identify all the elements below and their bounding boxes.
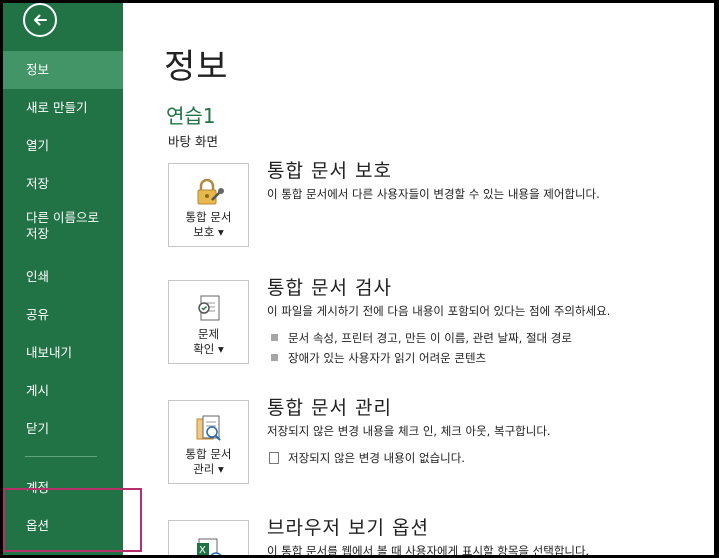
inspect-bullet-accessibility: 장애가 있는 사용자가 읽기 어려운 콘텐츠 xyxy=(271,350,486,366)
manage-workbook-icon xyxy=(196,415,221,441)
check-issues-line2: 확인 ▾ xyxy=(193,342,224,356)
sidebar-item-share[interactable]: 공유 xyxy=(3,296,123,334)
sidebar-item-save[interactable]: 저장 xyxy=(3,165,123,203)
sidebar-item-save-as[interactable]: 다른 이름으로 저장 xyxy=(3,207,123,249)
manage-label-line2: 관리 ▾ xyxy=(193,462,224,476)
options-highlight-box xyxy=(3,488,142,552)
inspect-bullet-text: 문서 속성, 프린터 경고, 만든 이 이름, 관련 날짜, 절대 경로 xyxy=(288,331,572,345)
document-icon xyxy=(269,451,279,464)
protect-workbook-title: 통합 문서 보호 xyxy=(267,160,392,182)
manage-bullet-no-changes: 저장되지 않은 변경 내용이 없습니다. xyxy=(269,450,465,466)
info-panel: 정보 연습1 바탕 화면 통합 문서 보호 ▾ 통합 문서 보호 이 통합 문서… xyxy=(123,3,714,555)
browser-view-title: 브라우저 보기 옵션 xyxy=(267,517,429,539)
inspect-workbook-title: 통합 문서 검사 xyxy=(267,277,392,299)
manage-workbook-label: 통합 문서 관리 ▾ xyxy=(169,447,248,477)
bullet-square-icon xyxy=(271,334,278,341)
inspect-bullet-properties: 문서 속성, 프린터 경고, 만든 이 이름, 관련 날짜, 절대 경로 xyxy=(271,330,572,346)
protect-label-line1: 통합 문서 xyxy=(185,210,232,224)
sidebar-divider xyxy=(25,456,97,457)
back-button[interactable] xyxy=(23,3,57,37)
manage-bullet-text: 저장되지 않은 변경 내용이 없습니다. xyxy=(288,451,465,465)
sidebar-item-info[interactable]: 정보 xyxy=(3,51,123,89)
manage-workbook-title: 통합 문서 관리 xyxy=(267,397,392,419)
svg-text:X: X xyxy=(199,545,206,555)
check-issues-button[interactable]: 문제 확인 ▾ xyxy=(168,280,249,364)
protect-workbook-label: 통합 문서 보호 ▾ xyxy=(169,210,248,240)
sidebar-item-print[interactable]: 인쇄 xyxy=(3,258,123,296)
file-location: 바탕 화면 xyxy=(168,134,218,149)
protect-label-line2: 보호 ▾ xyxy=(193,225,224,239)
inspect-workbook-description: 이 파일을 게시하기 전에 다음 내용이 포함되어 있다는 점에 주의하세요. xyxy=(267,304,611,318)
sidebar-item-publish[interactable]: 게시 xyxy=(3,372,123,410)
sidebar-item-close[interactable]: 닫기 xyxy=(3,410,123,448)
sidebar-item-new[interactable]: 새로 만들기 xyxy=(3,89,123,127)
backstage-window: 정보 새로 만들기 열기 저장 다른 이름으로 저장 인쇄 공유 내보내기 게시… xyxy=(3,3,714,555)
browser-view-description: 이 통합 문서를 웹에서 볼 때 사용자에게 표시할 항목을 선택합니다. xyxy=(267,544,590,555)
sidebar-item-export[interactable]: 내보내기 xyxy=(3,334,123,372)
protect-workbook-button[interactable]: 통합 문서 보호 ▾ xyxy=(168,163,249,247)
bullet-square-icon xyxy=(271,354,278,361)
lock-key-icon xyxy=(197,178,224,205)
manage-workbook-description: 저장되지 않은 변경 내용을 체크 인, 체크 아웃, 복구합니다. xyxy=(267,424,551,438)
back-arrow-icon xyxy=(34,14,47,26)
backstage-sidebar: 정보 새로 만들기 열기 저장 다른 이름으로 저장 인쇄 공유 내보내기 게시… xyxy=(3,3,123,555)
check-issues-line1: 문제 xyxy=(197,327,220,341)
file-name: 연습1 xyxy=(166,104,216,128)
page-title: 정보 xyxy=(164,47,229,87)
inspect-document-icon xyxy=(198,295,220,321)
manage-workbook-button[interactable]: 통합 문서 관리 ▾ xyxy=(168,400,249,484)
browser-view-icon: X xyxy=(197,538,222,555)
inspect-bullet-text: 장애가 있는 사용자가 읽기 어려운 콘텐츠 xyxy=(288,351,487,365)
check-issues-label: 문제 확인 ▾ xyxy=(169,327,248,357)
manage-label-line1: 통합 문서 xyxy=(185,447,232,461)
browser-view-options-button[interactable]: X xyxy=(168,520,249,555)
protect-workbook-description: 이 통합 문서에서 다른 사용자들이 변경할 수 있는 내용을 제어합니다. xyxy=(267,187,600,201)
sidebar-item-open[interactable]: 열기 xyxy=(3,127,123,165)
